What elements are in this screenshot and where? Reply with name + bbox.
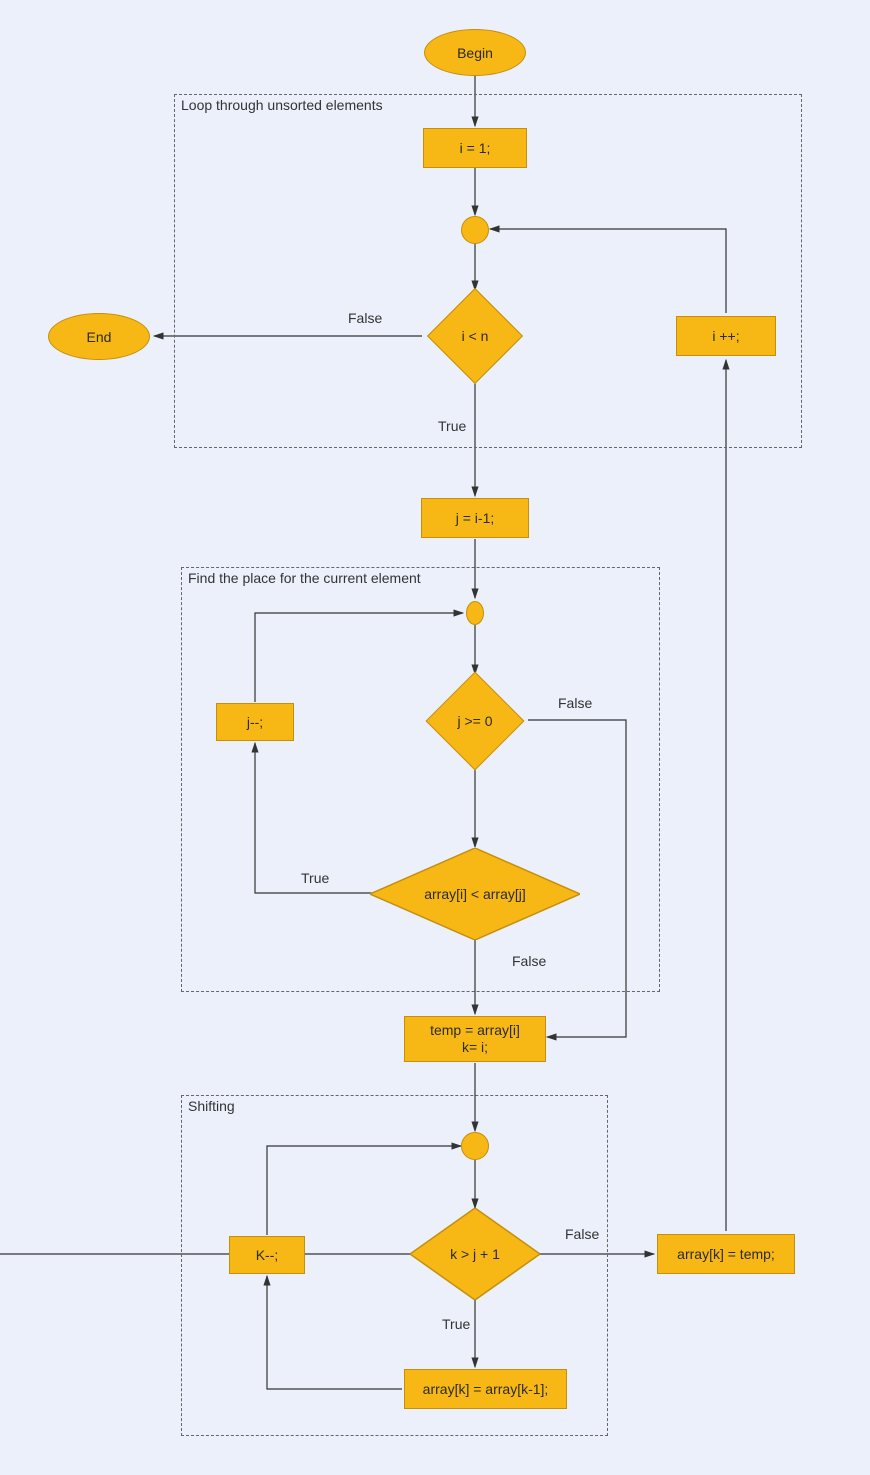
edge-label-false-1: False [348, 310, 382, 326]
edge-label-true-1: True [438, 418, 466, 434]
compare-label: array[i] < array[j] [424, 886, 526, 902]
process-j-init: j = i-1; [421, 498, 529, 538]
j-init-label: j = i-1; [456, 510, 495, 526]
process-k-dec: K--; [229, 1236, 305, 1274]
k-cond-label: k > j + 1 [450, 1246, 500, 1262]
j-cond-label: j >= 0 [457, 713, 492, 729]
terminal-begin: Begin [424, 29, 526, 76]
temp-line2: k= i; [462, 1039, 488, 1056]
i-cond-label: i < n [462, 328, 489, 344]
assign-label: array[k] = temp; [677, 1246, 775, 1262]
i-inc-label: i ++; [712, 328, 739, 344]
i-init-label: i = 1; [460, 140, 491, 156]
edge-label-false-3: False [512, 953, 546, 969]
decision-j-ge-0: j >= 0 [415, 675, 535, 767]
process-assign: array[k] = temp; [657, 1234, 795, 1274]
temp-line1: temp = array[i] [430, 1022, 520, 1039]
process-i-init: i = 1; [423, 128, 527, 168]
begin-label: Begin [457, 45, 493, 61]
edge-label-false-2: False [558, 695, 592, 711]
decision-k-gt-j1: k > j + 1 [410, 1208, 540, 1300]
shift-label: array[k] = array[k-1]; [423, 1381, 549, 1397]
decision-compare: array[i] < array[j] [370, 848, 580, 940]
process-j-dec: j--; [216, 703, 294, 741]
group-shifting-label: Shifting [188, 1098, 235, 1114]
process-temp: temp = array[i] k= i; [404, 1016, 546, 1062]
end-label: End [87, 329, 112, 345]
group-outer-label: Loop through unsorted elements [181, 97, 383, 113]
edge-label-true-3: True [442, 1316, 470, 1332]
process-shift: array[k] = array[k-1]; [404, 1369, 567, 1409]
flowchart-canvas: Loop through unsorted elements Find the … [0, 0, 870, 1475]
j-dec-label: j--; [247, 714, 263, 730]
edge-label-false-4: False [565, 1226, 599, 1242]
connector-joint-2 [466, 601, 484, 625]
connector-joint-1 [461, 216, 489, 244]
process-i-inc: i ++; [676, 316, 776, 356]
connector-joint-3 [461, 1132, 489, 1160]
group-inner-label: Find the place for the current element [188, 570, 421, 586]
decision-i-lt-n: i < n [422, 290, 528, 382]
terminal-end: End [48, 313, 150, 360]
k-dec-label: K--; [256, 1247, 279, 1263]
edge-label-true-2: True [301, 870, 329, 886]
